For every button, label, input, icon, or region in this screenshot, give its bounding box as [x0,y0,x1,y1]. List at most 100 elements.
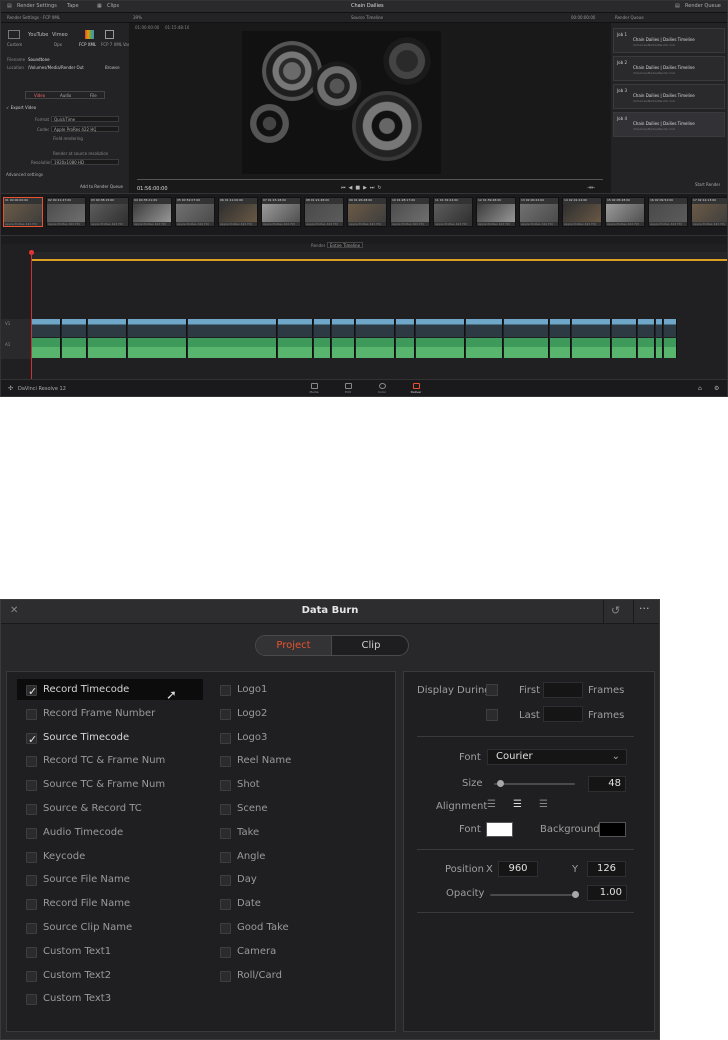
video-clip[interactable] [664,319,677,337]
audio-clip[interactable] [88,338,127,358]
resolution-select[interactable]: 1920x1080 HD [51,159,119,165]
clip-thumbnail[interactable]: 12 01:39:48:00 Apple ProRes 422 HQ [476,197,516,227]
video-clip[interactable] [504,319,549,337]
clip-thumbnail[interactable]: 10 01:28:17:00 Apple ProRes 422 HQ [390,197,430,227]
more-options-icon[interactable]: ··· [639,602,650,615]
transport-controls[interactable]: ⏮◀■▶⏭↻ [341,185,385,191]
audio-clip[interactable] [572,338,611,358]
checkbox[interactable] [220,899,231,911]
position-x-input[interactable]: 960 [498,861,538,877]
burn-in-option-audio-timecode[interactable]: Audio Timecode [26,826,186,842]
codec-select[interactable]: Apple ProRes 422 HQ [51,126,119,132]
checkbox[interactable] [220,970,231,982]
align-left-icon[interactable]: ☰ [487,799,496,810]
burn-in-option-logo3[interactable]: Logo3 [220,731,380,747]
audio-clip[interactable] [612,338,637,358]
burn-in-option-source-clip-name[interactable]: Source Clip Name [26,921,186,937]
page-media[interactable]: Media [304,383,324,394]
clip-thumbnail[interactable]: 01 00:00:00:00 Apple ProRes 422 HQ [3,197,43,227]
burn-in-option-source-tc-frame-num[interactable]: Source TC & Frame Num [26,778,186,794]
preset-youtube-logo[interactable]: YouTube [28,32,48,38]
tab-video[interactable]: Video [34,93,45,98]
checkbox[interactable] [220,827,231,839]
checkbox[interactable] [220,756,231,768]
checkbox[interactable] [220,804,231,815]
burn-in-option-custom-text2[interactable]: Custom Text2 [26,969,186,985]
render-at-source-checkbox[interactable]: Render at source resolution [53,151,108,156]
checkbox[interactable]: ✓ [26,685,37,698]
burn-in-option-custom-text1[interactable]: Custom Text1 [26,945,186,961]
burn-in-option-source-timecode[interactable]: ✓ Source Timecode [26,731,186,747]
burn-in-option-record-frame-number[interactable]: Record Frame Number [26,707,186,723]
clip-thumbnail[interactable]: 09 01:26:48:00 Apple ProRes 422 HQ [347,197,387,227]
browse-button[interactable]: Browse [105,65,120,70]
tab-file[interactable]: File [90,93,97,98]
page-deliver[interactable]: Deliver [406,383,426,394]
burn-in-option-day[interactable]: Day [220,873,380,889]
checkbox[interactable] [26,970,37,982]
burn-in-option-take[interactable]: Take [220,826,380,842]
video-clip[interactable] [188,319,277,337]
checkbox[interactable] [220,780,231,792]
clip-thumbnail[interactable]: 14 02:01:24:00 Apple ProRes 422 HQ [562,197,602,227]
audio-clip[interactable] [638,338,655,358]
page-color[interactable]: Color [372,383,392,394]
render-job-4[interactable]: Job 4 Chain Dailies | Dailies Timeline/Vo… [613,112,725,137]
video-clip[interactable] [612,319,637,337]
clip-thumbnail[interactable]: 05 00:52:07:00 Apple ProRes 422 HQ [175,197,215,227]
export-video-checkbox[interactable]: ✓ Export Video [6,105,36,110]
burn-in-option-roll-card[interactable]: Roll/Card [220,969,380,985]
clip-thumbnail[interactable]: 03 00:38:15:00 Apple ProRes 422 HQ [89,197,129,227]
video-clip[interactable] [416,319,465,337]
video-clip[interactable] [466,319,503,337]
audio-clip[interactable] [656,338,663,358]
burn-in-option-record-timecode[interactable]: ✓ Record Timecode [26,683,186,699]
field-rendering-checkbox[interactable]: Field rendering [53,136,83,141]
opacity-slider[interactable] [490,894,575,896]
audio-clip[interactable] [188,338,277,358]
audio-clip[interactable] [416,338,465,358]
render-job-3[interactable]: Job 3 Chain Dailies | Dailies Timeline/Vo… [613,84,725,109]
render-range-select[interactable]: Entire Timeline [327,242,363,248]
viewer-scrubber[interactable] [137,179,603,180]
render-job-1[interactable]: Job 1 Chain Dailies | Dailies Timeline/Vo… [613,28,725,53]
clip-thumbnail[interactable]: 11 01:32:24:00 Apple ProRes 422 HQ [433,197,473,227]
clip-thumbnail[interactable]: 08 01:21:48:00 Apple ProRes 422 HQ [304,197,344,227]
font-select[interactable]: Courier ⌄ [487,749,627,765]
project-segment[interactable]: Project [256,636,332,655]
audio-clip[interactable] [466,338,503,358]
clip-thumbnail[interactable]: 13 02:00:24:00 Apple ProRes 422 HQ [519,197,559,227]
preset-fcpxml-icon[interactable] [85,30,94,39]
opacity-slider-knob[interactable] [572,891,579,898]
clip-thumbnail[interactable]: 15 02:05:28:00 Apple ProRes 422 HQ [605,197,645,227]
font-color-swatch[interactable] [486,822,513,837]
checkbox[interactable] [26,756,37,768]
burn-in-option-angle[interactable]: Angle [220,850,380,866]
video-clip[interactable] [656,319,663,337]
burn-in-option-custom-text3[interactable]: Custom Text3 [26,992,186,1008]
audio-clip[interactable] [32,338,61,358]
clips-icon[interactable]: ▦ [97,3,102,9]
burn-in-option-logo1[interactable]: Logo1 [220,683,380,699]
checkbox[interactable] [26,899,37,911]
render-settings-icon[interactable]: ▤ [7,3,12,9]
display-first-checkbox[interactable] [486,684,498,696]
checkbox[interactable] [220,708,231,720]
audio-clip[interactable] [550,338,571,358]
tape-tab[interactable]: Tape [67,3,79,9]
audio-clip[interactable] [504,338,549,358]
clip-thumbnail[interactable]: 16 02:09:52:00 Apple ProRes 422 HQ [648,197,688,227]
audio-clip[interactable] [278,338,313,358]
burn-in-option-record-tc-frame-num[interactable]: Record TC & Frame Num [26,754,186,770]
position-y-input[interactable]: 126 [587,861,626,877]
filename-field[interactable]: Soundtone [28,57,50,62]
render-settings-tab[interactable]: Render Settings [17,3,57,9]
clip-thumbnail[interactable]: 06 01:11:00:00 Apple ProRes 422 HQ [218,197,258,227]
burn-in-option-scene[interactable]: Scene [220,802,380,818]
format-select[interactable]: QuickTime [51,116,119,122]
first-frames-input[interactable] [543,682,583,698]
viewer-loop-icon[interactable]: ⇥⇤ [587,185,595,191]
checkbox[interactable] [26,708,37,720]
burn-in-option-camera[interactable]: Camera [220,945,380,961]
location-field[interactable]: /Volumes/Media/Render Out [28,65,84,70]
